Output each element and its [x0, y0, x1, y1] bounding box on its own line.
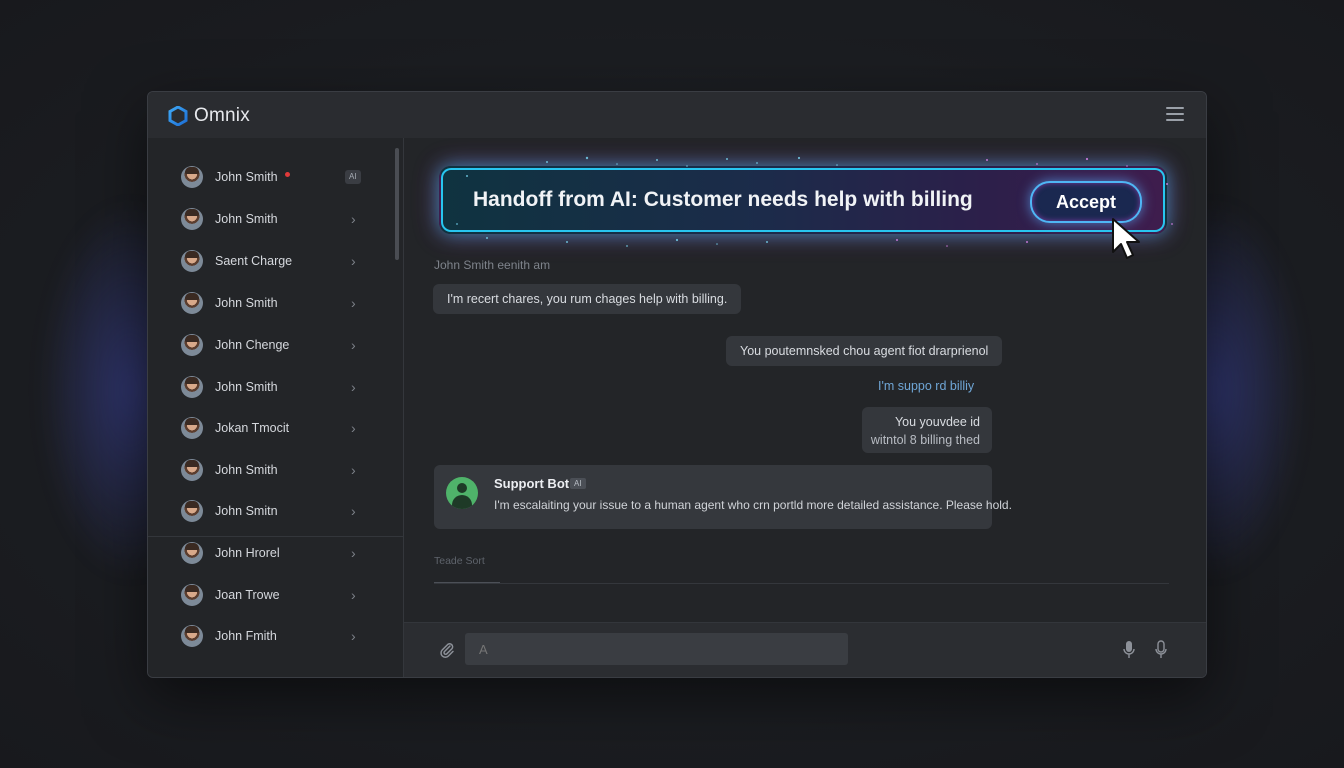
avatar: [181, 584, 203, 606]
contact-name: Saent Charge: [215, 254, 293, 268]
contact-name: John Hrorel: [215, 546, 280, 560]
sidebar-scrollbar[interactable]: [395, 148, 399, 260]
avatar: [181, 625, 203, 647]
bot-avatar-icon: [446, 477, 478, 509]
contact-name: John Smith: [215, 212, 278, 226]
tab-label[interactable]: Teade Sort: [434, 555, 485, 567]
divider: [434, 583, 1169, 584]
ai-badge: AI: [345, 170, 361, 184]
chevron-right-icon: ›: [351, 253, 356, 269]
chevron-right-icon: ›: [351, 587, 356, 603]
bot-name: Support Bot: [494, 476, 570, 491]
mouse-pointer-icon: [1112, 218, 1140, 259]
contact-name: John Smith: [215, 296, 278, 310]
contact-item[interactable]: John Fmith ›: [148, 616, 388, 656]
chevron-right-icon: ›: [351, 503, 356, 519]
unread-dot: [285, 172, 290, 177]
avatar: [181, 376, 203, 398]
avatar: [181, 542, 203, 564]
contact-name: John Smitn: [215, 504, 278, 518]
contact-sidebar: John Smith AI John Smith › Saent Charge …: [148, 138, 404, 677]
message-text: I'm suppo rd billiy: [878, 379, 975, 393]
avatar: [181, 334, 203, 356]
contact-item[interactable]: John Smitn ›: [148, 491, 388, 531]
app-logo: Omnix: [168, 105, 250, 127]
handoff-message: Handoff from AI: Customer needs help wit…: [473, 188, 973, 211]
chevron-right-icon: ›: [351, 211, 356, 227]
avatar: [181, 166, 203, 188]
paperclip-icon[interactable]: [438, 641, 456, 659]
bot-message-text: I'm escalaiting your issue to a human ag…: [494, 498, 1012, 512]
contact-name: John Smith: [215, 463, 278, 477]
contact-name: John Smith: [215, 170, 278, 184]
contact-item[interactable]: Jokan Tmocit ›: [148, 408, 388, 448]
title-bar: Omnix: [148, 92, 1206, 139]
chat-panel: Handoff from AI: Customer needs help wit…: [404, 138, 1206, 677]
contact-item[interactable]: John Smith ›: [148, 450, 388, 490]
contact-item[interactable]: John Hrorel ›: [148, 533, 388, 573]
microphone-icon[interactable]: [1154, 640, 1168, 660]
message-line: You youvdee id: [894, 415, 980, 429]
avatar: [181, 208, 203, 230]
chevron-right-icon: ›: [351, 295, 356, 311]
contact-item[interactable]: John Chenge ›: [148, 325, 388, 365]
avatar: [181, 417, 203, 439]
chevron-right-icon: ›: [351, 628, 356, 644]
contact-item[interactable]: John Smith ›: [148, 283, 388, 323]
message-bubble: I'm recert chares, you rum chages help w…: [433, 284, 742, 314]
chevron-right-icon: ›: [351, 379, 356, 395]
contact-item[interactable]: Joan Trowe ›: [148, 575, 388, 615]
message-bubble: You poutemnsked chou agent fiot drarprie…: [726, 336, 1003, 366]
contact-name: John Fmith: [215, 629, 277, 643]
avatar: [181, 500, 203, 522]
app-window: Omnix John Smith AI John Smith › Saent C…: [147, 91, 1207, 678]
contact-item[interactable]: Saent Charge ›: [148, 241, 388, 281]
contact-name: Joan Trowe: [215, 588, 280, 602]
message-input[interactable]: [465, 633, 848, 665]
avatar: [181, 250, 203, 272]
chevron-right-icon: ›: [351, 420, 356, 436]
contact-item[interactable]: John Smith ›: [148, 199, 388, 239]
chevron-right-icon: ›: [351, 462, 356, 478]
hamburger-menu-icon[interactable]: [1166, 107, 1184, 121]
message-line: witntol 8 billing thed: [870, 433, 980, 447]
microphone-icon[interactable]: [1122, 640, 1136, 660]
contact-name: John Chenge: [215, 338, 290, 352]
contact-item[interactable]: John Smith AI: [148, 157, 388, 197]
sender-label: John Smith eenith am: [434, 258, 551, 272]
handoff-banner: Handoff from AI: Customer needs help wit…: [439, 156, 1173, 247]
bot-tag-badge: AI: [570, 478, 586, 489]
app-name: Omnix: [194, 105, 250, 126]
avatar: [181, 292, 203, 314]
chevron-right-icon: ›: [351, 337, 356, 353]
chevron-right-icon: ›: [351, 545, 356, 561]
contact-name: Jokan Tmocit: [215, 421, 290, 435]
message-composer: [404, 622, 1206, 677]
hexagon-logo-icon: [168, 106, 188, 126]
contact-name: John Smith: [215, 380, 278, 394]
bot-message-card: Support Bot AI I'm escalaiting your issu…: [434, 465, 1012, 529]
contact-item[interactable]: John Smith ›: [148, 367, 388, 407]
avatar: [181, 459, 203, 481]
message-bubble: You youvdee id witntol 8 billing thed: [862, 407, 992, 453]
